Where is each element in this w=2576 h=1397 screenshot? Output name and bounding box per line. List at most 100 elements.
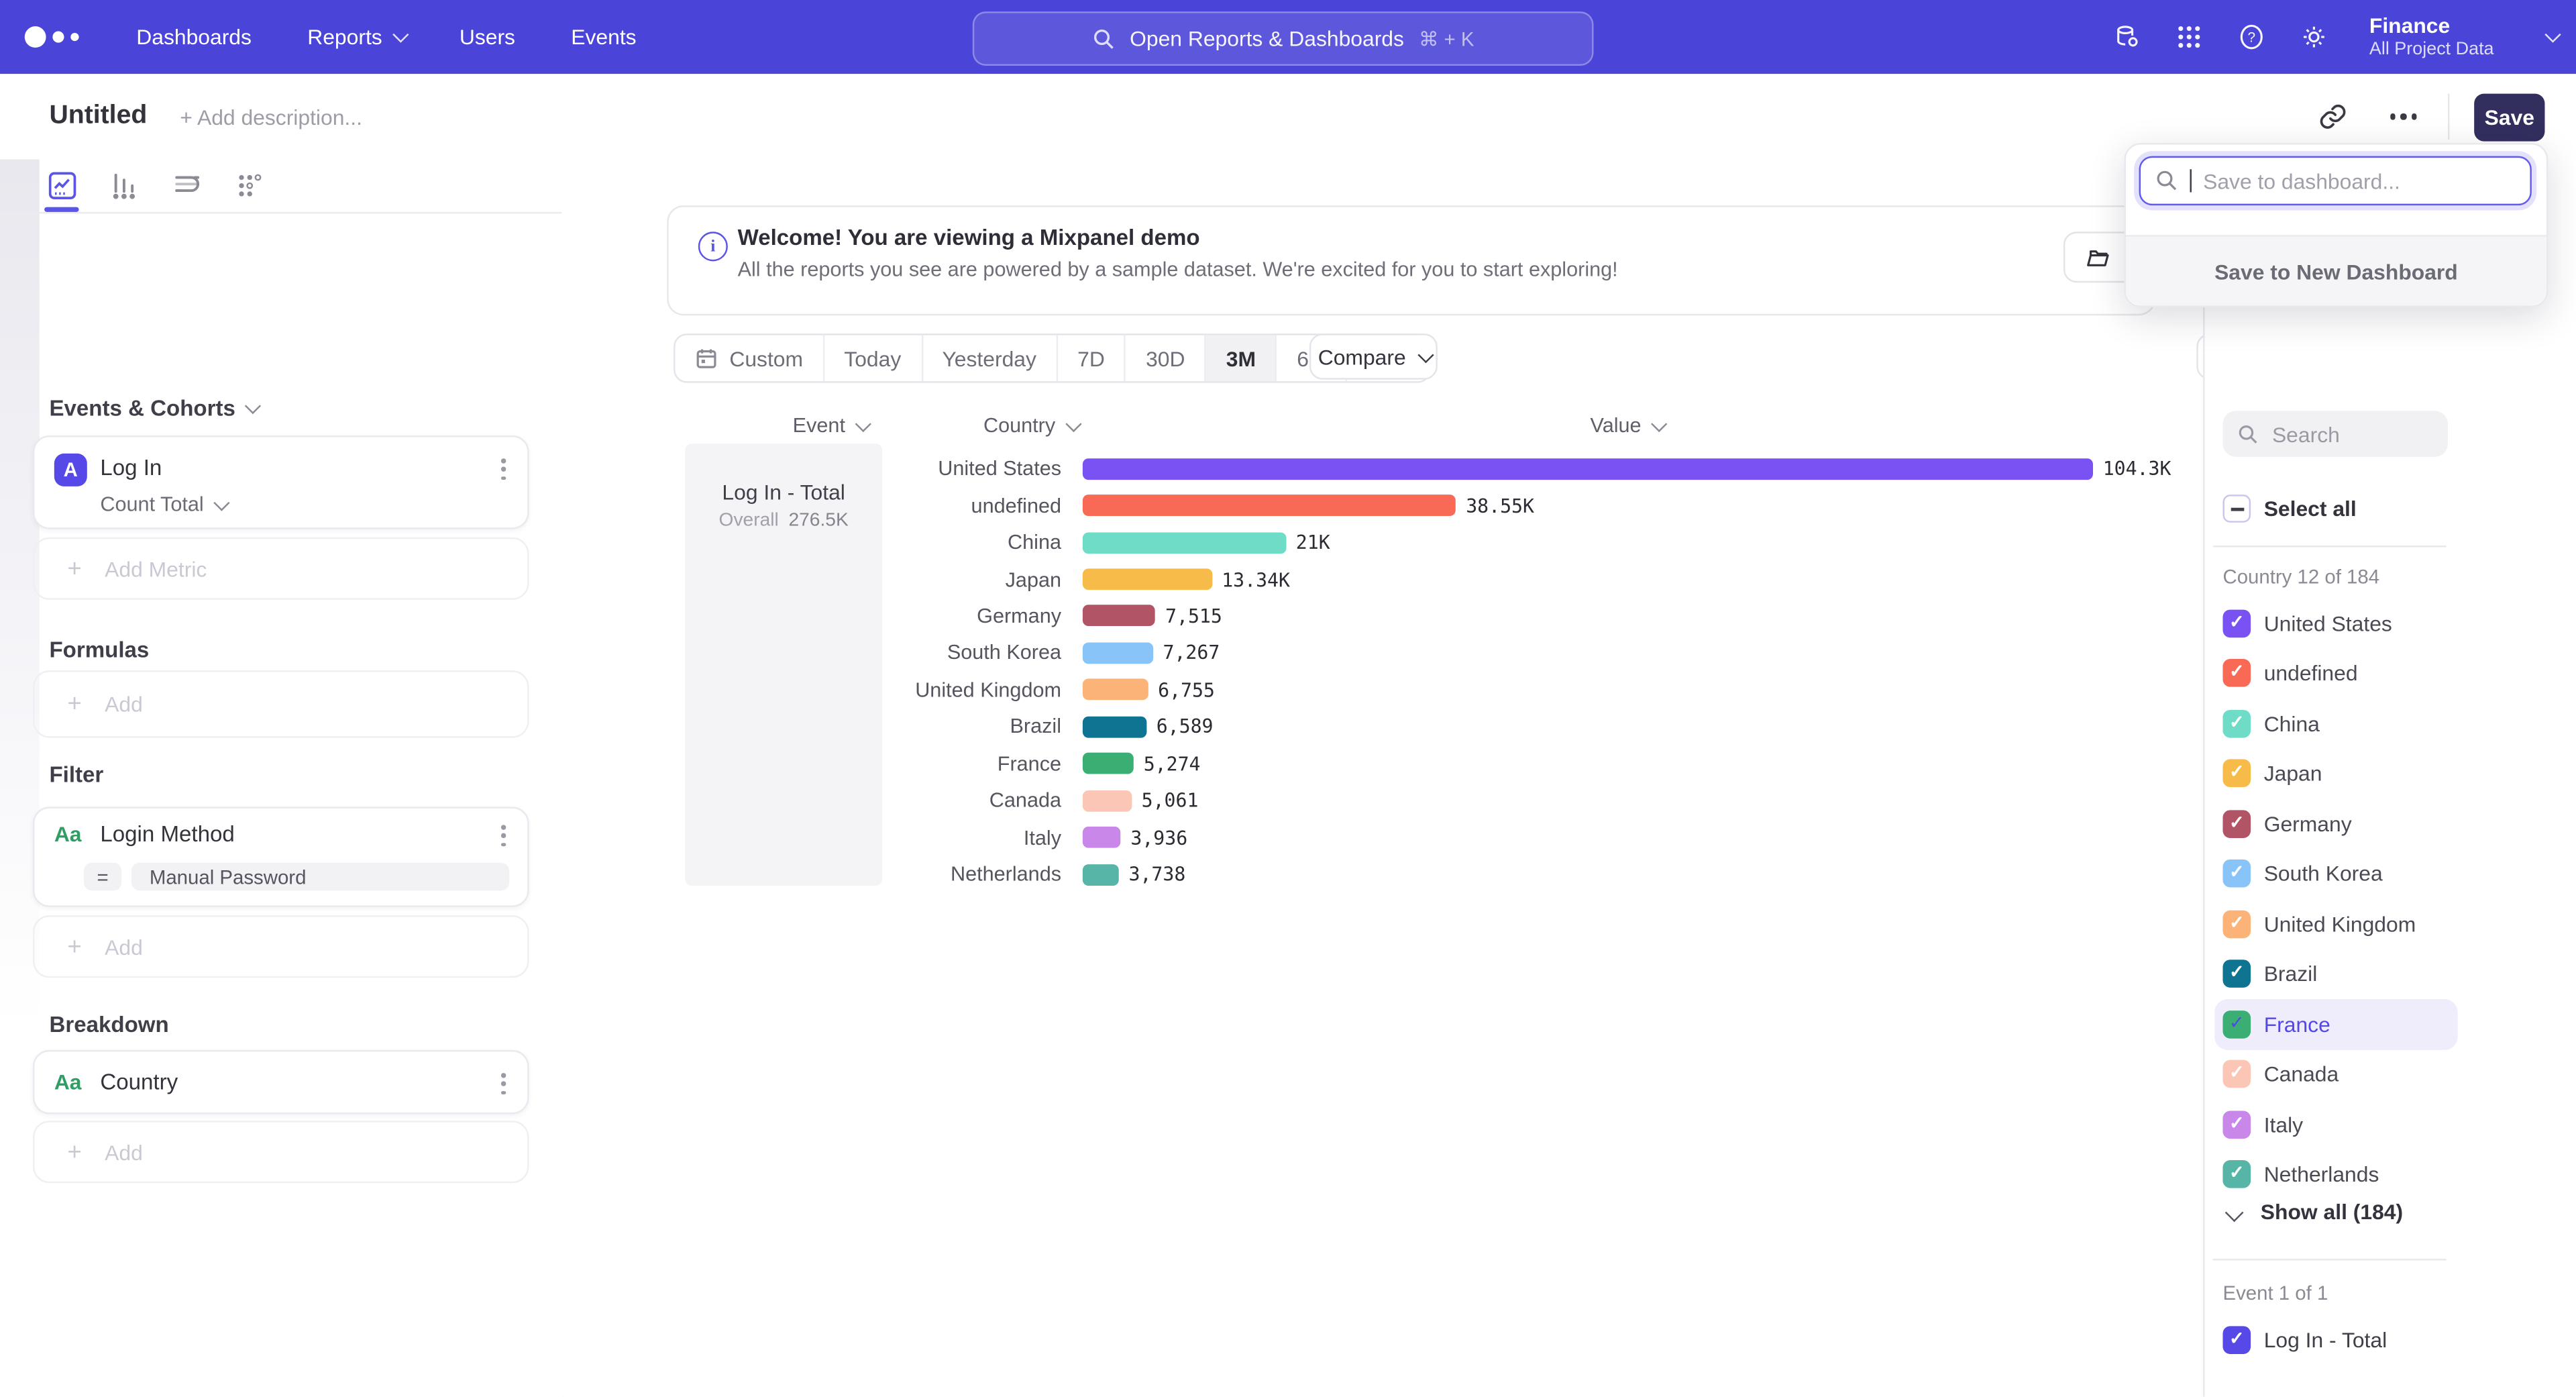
country-label: United Kingdom (2264, 912, 2416, 937)
help-icon[interactable]: ? (2238, 23, 2266, 51)
bar[interactable] (1083, 679, 1148, 701)
country-row-france[interactable]: ✓France (2214, 999, 2457, 1049)
country-checkbox-checked[interactable]: ✓ (2222, 1161, 2251, 1189)
date-range-custom[interactable]: Custom (676, 335, 824, 382)
column-header-event[interactable]: Event (793, 414, 867, 437)
filter-operator[interactable]: = (84, 863, 121, 891)
save-button[interactable]: Save (2474, 93, 2544, 140)
bar-value: 7,515 (1165, 605, 1222, 627)
copy-link-icon[interactable] (2317, 102, 2347, 132)
compare-button[interactable]: Compare (1309, 333, 1438, 380)
breakdown-kebab-icon[interactable] (501, 1073, 506, 1095)
add-breakdown-button[interactable]: +Add (33, 1121, 529, 1183)
event-checkbox-checked[interactable]: ✓ (2222, 1326, 2251, 1354)
country-checkbox-checked[interactable]: ✓ (2222, 709, 2251, 737)
bar[interactable] (1083, 568, 1212, 590)
bar[interactable] (1083, 495, 1456, 517)
metric-card-log-in[interactable]: A Log In Count Total (33, 435, 529, 529)
country-checkbox-checked[interactable]: ✓ (2222, 609, 2251, 637)
metric-aggregation[interactable]: Count Total (100, 493, 225, 516)
country-checkbox-checked[interactable]: ✓ (2222, 910, 2251, 938)
country-row-united-kingdom[interactable]: ✓ United Kingdom (2214, 899, 2457, 949)
breakdown-property-name[interactable]: Country (100, 1070, 178, 1094)
country-row-japan[interactable]: ✓Japan (2214, 749, 2457, 799)
date-range-today[interactable]: Today (824, 335, 922, 382)
show-all-button[interactable]: Show all (184) (2218, 1200, 2403, 1225)
filter-kebab-icon[interactable] (501, 825, 506, 847)
country-checkbox-checked[interactable]: ✓ (2222, 1011, 2251, 1039)
bar-label: Brazil (685, 715, 1083, 738)
mixpanel-insights-page: Dashboards Reports Users Events Open Report… (0, 0, 2576, 1397)
bar[interactable] (1083, 864, 1119, 885)
bar-value: 21K (1296, 531, 1330, 554)
country-row-canada[interactable]: ✓Canada (2214, 1049, 2457, 1100)
country-row-italy[interactable]: ✓Italy (2214, 1099, 2457, 1149)
bar-row-united-states: United States104.3K (685, 450, 2171, 487)
event-series-row[interactable]: ✓ Log In - Total (2222, 1326, 2387, 1354)
bar[interactable] (1083, 753, 1134, 774)
more-options-button[interactable] (2390, 114, 2416, 120)
filter-value[interactable]: Manual Password (131, 863, 509, 891)
project-switcher[interactable]: Finance All Project Data (2369, 14, 2494, 60)
nav-item-reports[interactable]: Reports (307, 25, 403, 50)
tab-retention-dots-icon[interactable] (235, 171, 264, 201)
country-row-netherlands[interactable]: ✓Netherlands (2214, 1149, 2457, 1200)
country-checkbox-checked[interactable]: ✓ (2222, 960, 2251, 988)
save-dashboard-search-input[interactable]: Save to dashboard... (2139, 156, 2532, 205)
bar[interactable] (1083, 458, 2093, 480)
metric-name[interactable]: Log In (100, 455, 162, 480)
save-to-new-dashboard-button[interactable]: Save to New Dashboard (2126, 235, 2546, 305)
country-row-undefined[interactable]: ✓undefined (2214, 648, 2457, 698)
breakdown-card-country[interactable]: Aa Country (33, 1050, 529, 1115)
country-checkbox-checked[interactable]: ✓ (2222, 660, 2251, 688)
add-formula-button[interactable]: +Add (33, 670, 529, 737)
country-row-germany[interactable]: ✓Germany (2214, 798, 2457, 849)
country-row-china[interactable]: ✓China (2214, 698, 2457, 749)
nav-item-users[interactable]: Users (460, 25, 515, 50)
bar[interactable] (1083, 716, 1146, 737)
bar-row-italy: Italy3,936 (685, 819, 2171, 856)
country-checkbox-checked[interactable]: ✓ (2222, 1060, 2251, 1088)
bar-value: 7,267 (1163, 641, 1220, 664)
bar[interactable] (1083, 827, 1121, 848)
column-header-value[interactable]: Value (1591, 414, 1663, 437)
mixpanel-logo-icon[interactable] (25, 26, 79, 48)
bar[interactable] (1083, 531, 1286, 553)
report-title[interactable]: Untitled (49, 102, 147, 132)
column-header-country[interactable]: Country (983, 414, 1077, 437)
metric-kebab-icon[interactable] (501, 458, 506, 480)
tab-flows-icon[interactable] (172, 171, 202, 201)
filter-card-login-method[interactable]: Aa Login Method = Manual Password (33, 807, 529, 907)
apps-grid-icon[interactable] (2176, 23, 2204, 51)
bar[interactable] (1083, 642, 1153, 664)
add-description-placeholder[interactable]: + Add description... (180, 105, 362, 130)
country-checkbox-checked[interactable]: ✓ (2222, 1110, 2251, 1139)
global-search-button[interactable]: Open Reports & Dashboards ⌘ + K (973, 11, 1594, 66)
date-range-30d[interactable]: 30D (1126, 335, 1207, 382)
nav-item-events[interactable]: Events (571, 25, 636, 50)
data-management-icon[interactable] (2113, 23, 2141, 51)
bar[interactable] (1083, 605, 1155, 627)
country-row-south-korea[interactable]: ✓South Korea (2214, 849, 2457, 899)
select-all-checkbox-indeterminate[interactable] (2222, 495, 2251, 523)
filter-property-name[interactable]: Login Method (100, 821, 234, 846)
date-range-7d[interactable]: 7D (1058, 335, 1126, 382)
select-all-row[interactable]: Select all (2222, 495, 2356, 523)
add-filter-button[interactable]: +Add (33, 915, 529, 978)
panel-search-input[interactable]: Search (2222, 411, 2448, 457)
date-range-3m[interactable]: 3M (1206, 335, 1277, 382)
nav-item-dashboards[interactable]: Dashboards (136, 25, 252, 50)
tab-insights-line-chart-icon[interactable] (48, 171, 77, 201)
add-metric-button[interactable]: +Add Metric (33, 537, 529, 600)
country-checkbox-checked[interactable]: ✓ (2222, 760, 2251, 788)
country-checkbox-checked[interactable]: ✓ (2222, 810, 2251, 838)
bar[interactable] (1083, 790, 1132, 811)
date-range-yesterday[interactable]: Yesterday (922, 335, 1058, 382)
settings-gear-icon[interactable] (2300, 23, 2328, 51)
country-row-united-states[interactable]: ✓United States (2214, 598, 2457, 648)
events-cohorts-header[interactable]: Events & Cohorts (49, 396, 256, 421)
tab-funnel-bars-icon[interactable] (110, 171, 140, 201)
bar-label: Germany (685, 605, 1083, 627)
country-row-brazil[interactable]: ✓Brazil (2214, 949, 2457, 999)
country-checkbox-checked[interactable]: ✓ (2222, 860, 2251, 888)
